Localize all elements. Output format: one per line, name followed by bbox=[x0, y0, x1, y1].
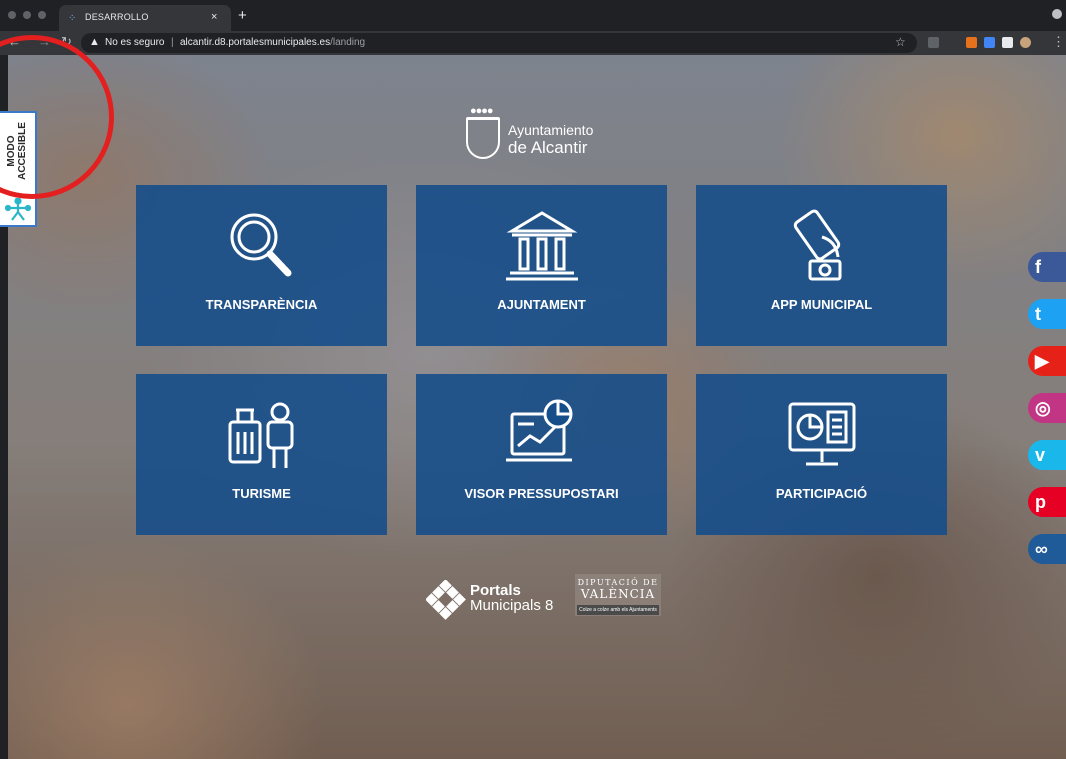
browser-tab-bar: ⁘ DESARROLLO × + bbox=[0, 0, 1066, 31]
tourist-luggage-icon bbox=[136, 396, 387, 476]
portals-logo-light: Municipals 8 bbox=[470, 597, 554, 614]
landing-page: ●●●● Ayuntamiento de Alcantir TRANSPARÈN… bbox=[8, 55, 1066, 759]
browser-menu-icon[interactable]: ⋮ bbox=[1052, 34, 1065, 50]
tile-label: PARTICIPACIÓ bbox=[775, 486, 868, 501]
diputacio-main-text: VALÈNCIA bbox=[580, 587, 656, 601]
window-close-dot[interactable] bbox=[8, 11, 16, 19]
omnibox-separator: | bbox=[171, 37, 174, 48]
shield-icon bbox=[466, 117, 500, 159]
extension-flag-icon[interactable] bbox=[966, 37, 977, 48]
accessible-mode-label: MODO ACCESIBLE bbox=[6, 112, 28, 190]
url-text[interactable]: alcantir.d8.portalesmunicipales.es/landi… bbox=[180, 37, 365, 48]
pinterest-icon: p bbox=[1035, 491, 1046, 512]
security-status-label[interactable]: No es seguro bbox=[105, 37, 164, 48]
mobile-app-icon bbox=[696, 207, 947, 287]
facebook-icon: f bbox=[1035, 256, 1041, 277]
logo-text-line1: Ayuntamiento bbox=[508, 122, 594, 138]
forward-arrow-icon[interactable]: → bbox=[38, 34, 51, 49]
tile-label: VISOR PRESSUPOSTARI bbox=[464, 486, 619, 501]
tile-app-municipal[interactable]: APP MUNICIPAL bbox=[696, 185, 947, 346]
address-bar[interactable]: ▲ No es seguro | alcantir.d8.portalesmun… bbox=[81, 33, 917, 53]
diputacio-logo[interactable]: DIPUTACIÓ DE VALÈNCIA Colze a colze amb … bbox=[575, 574, 661, 616]
diputacio-tagline: Colze a colze amb els Ajuntaments bbox=[577, 605, 659, 615]
crown-icon: ●●●● bbox=[470, 105, 494, 117]
logo-text-line2: de Alcantir bbox=[508, 138, 588, 157]
tab-close-icon[interactable]: × bbox=[211, 11, 217, 23]
diputacio-top-text: DIPUTACIÓ DE bbox=[577, 578, 659, 587]
social-youtube-button[interactable]: ▶ bbox=[1028, 346, 1066, 376]
extension-s-icon[interactable] bbox=[984, 37, 995, 48]
accessible-mode-line1: MODO bbox=[6, 135, 17, 167]
social-vimeo-button[interactable]: v bbox=[1028, 440, 1066, 470]
vimeo-icon: v bbox=[1035, 444, 1046, 465]
tile-label: TURISME bbox=[232, 486, 291, 501]
tile-label: TRANSPARÈNCIA bbox=[205, 297, 318, 312]
tile-label: APP MUNICIPAL bbox=[770, 297, 873, 312]
social-facebook-button[interactable]: f bbox=[1028, 252, 1066, 282]
url-path: /landing bbox=[330, 37, 366, 48]
instagram-icon: ◎ bbox=[1035, 397, 1051, 418]
bookmark-star-icon[interactable]: ☆ bbox=[895, 35, 906, 49]
social-instagram-button[interactable]: ◎ bbox=[1028, 393, 1066, 423]
tile-visor-pressupostari[interactable]: VISOR PRESSUPOSTARI bbox=[416, 374, 667, 535]
url-host: alcantir.d8.portalesmunicipales.es bbox=[180, 37, 331, 48]
extension-puzzle-icon[interactable] bbox=[1002, 37, 1013, 48]
tile-label: AJUNTAMENT bbox=[497, 297, 586, 312]
social-pinterest-button[interactable]: p bbox=[1028, 487, 1066, 517]
warning-triangle-icon[interactable]: ▲ bbox=[89, 36, 100, 48]
twitter-icon: t bbox=[1035, 303, 1041, 324]
tile-ajuntament[interactable]: AJUNTAMENT bbox=[416, 185, 667, 346]
link-icon: ∞ bbox=[1035, 538, 1048, 559]
window-minimize-dot[interactable] bbox=[23, 11, 31, 19]
town-hall-icon bbox=[416, 207, 667, 287]
reload-icon[interactable]: ↻ bbox=[61, 34, 72, 50]
tab-title: DESARROLLO bbox=[85, 12, 149, 22]
drupal-favicon-icon: ⁘ bbox=[68, 13, 77, 24]
accessible-mode-tab[interactable]: MODO ACCESIBLE bbox=[0, 111, 37, 227]
social-link-button[interactable]: ∞ bbox=[1028, 534, 1066, 564]
user-avatar-icon[interactable] bbox=[1020, 37, 1031, 48]
youtube-icon: ▶ bbox=[1035, 350, 1049, 371]
profile-menu-icon[interactable] bbox=[1052, 9, 1062, 19]
new-tab-button[interactable]: + bbox=[238, 7, 247, 24]
window-maximize-dot[interactable] bbox=[38, 11, 46, 19]
extension-pencil-icon[interactable] bbox=[928, 37, 939, 48]
browser-toolbar: ← → ↻ ▲ No es seguro | alcantir.d8.porta… bbox=[0, 31, 1066, 55]
back-arrow-icon[interactable]: ← bbox=[8, 34, 21, 49]
magnifier-icon bbox=[136, 207, 387, 287]
footer-logos: Portals Municipals 8 DIPUTACIÓ DE VALÈNC… bbox=[425, 574, 666, 620]
monitor-chart-icon bbox=[696, 396, 947, 476]
browser-tab-active[interactable]: ⁘ DESARROLLO × bbox=[59, 5, 231, 31]
tile-participacio[interactable]: PARTICIPACIÓ bbox=[696, 374, 947, 535]
portals-diamond-icon bbox=[425, 579, 466, 620]
social-twitter-button[interactable]: t bbox=[1028, 299, 1066, 329]
tile-turisme[interactable]: TURISME bbox=[136, 374, 387, 535]
accessible-mode-line2: ACCESIBLE bbox=[17, 122, 28, 180]
budget-chart-icon bbox=[416, 396, 667, 476]
site-logo[interactable]: ●●●● Ayuntamiento de Alcantir bbox=[466, 105, 606, 167]
tile-transparencia[interactable]: TRANSPARÈNCIA bbox=[136, 185, 387, 346]
accessibility-person-icon bbox=[4, 197, 32, 227]
